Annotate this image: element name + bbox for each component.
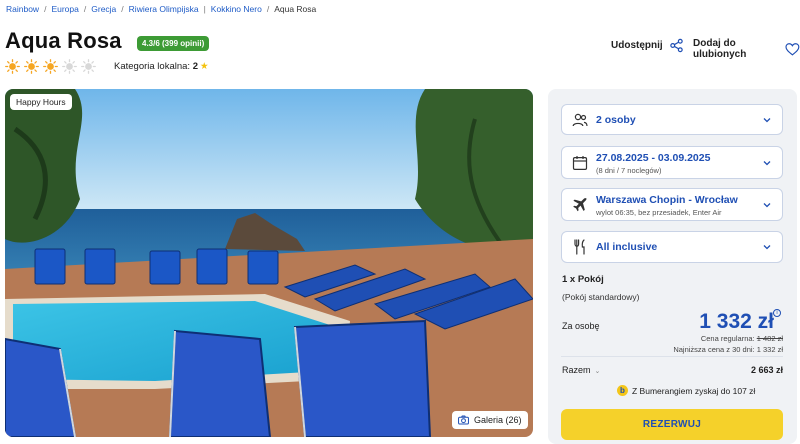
fork-knife-icon	[574, 239, 585, 255]
flight-route: Warszawa Chopin - Wrocław	[596, 194, 738, 206]
favorite-label: Dodaj do ulubionych	[693, 38, 747, 60]
flight-select[interactable]: Warszawa Chopin - Wrocław wylot 06:35, b…	[561, 188, 783, 221]
sun-empty-icon	[81, 59, 96, 74]
bumerang-info: b Z Bumerangiem zyskaj do 107 zł	[617, 385, 755, 396]
reserve-button[interactable]: REZERWUJ	[561, 409, 783, 440]
bumerang-icon: b	[617, 385, 628, 396]
persons-value: 2 osoby	[596, 114, 636, 126]
local-category-label: Kategoria lokalna:	[114, 61, 191, 72]
regular-price: Cena regularna: 1 482 zł	[701, 334, 783, 343]
regular-price-label: Cena regularna:	[700, 334, 755, 343]
dates-duration: (8 dni / 7 noclegów)	[596, 166, 662, 175]
hotel-stars	[5, 59, 96, 74]
breadcrumb-link-europa[interactable]: Europa	[51, 4, 78, 14]
persons-select[interactable]: 2 osoby	[561, 104, 783, 135]
chevron-down-icon	[763, 160, 771, 165]
local-category-value: 2	[192, 61, 198, 72]
chevron-down-icon	[763, 202, 771, 207]
favorite-button[interactable]: Dodaj do ulubionych	[693, 38, 800, 60]
chevron-down-icon	[763, 117, 771, 122]
divider	[561, 356, 783, 357]
regular-price-value: 1 482 zł	[756, 334, 783, 343]
board-select[interactable]: All inclusive	[561, 231, 783, 263]
room-count: 1 x Pokój	[562, 274, 604, 285]
sun-filled-icon	[43, 59, 58, 74]
persons-icon	[572, 113, 588, 126]
breadcrumb-link-kokkino-nero[interactable]: Kokkino Nero	[211, 4, 262, 14]
chevron-down-icon: ⌄	[594, 368, 601, 375]
price-per-person: 1 332 zł	[699, 310, 774, 333]
breadcrumb-separator: /	[44, 4, 47, 14]
total-label: Razem	[562, 365, 591, 375]
breadcrumb: Rainbow / Europa / Grecja / Riwiera Olimpijska…	[6, 4, 316, 14]
dates-select[interactable]: 27.08.2025 - 03.09.2025 (8 dni / 7 nocle…	[561, 146, 783, 179]
breadcrumb-current: Aqua Rosa	[274, 4, 317, 14]
breadcrumb-separator: /	[266, 4, 270, 14]
breadcrumb-separator: /	[83, 4, 87, 14]
sun-filled-icon	[5, 59, 20, 74]
breadcrumb-link-riwiera[interactable]: Riwiera Olimpijska	[129, 4, 199, 14]
lowest-price-30-days: Najniższa cena z 30 dni: 1 332 zł	[673, 345, 783, 354]
per-person-label: Za osobę	[562, 321, 600, 331]
star-icon: ★	[200, 61, 209, 72]
camera-icon	[458, 415, 469, 425]
local-category: Kategoria lokalna: 2 ★	[114, 61, 209, 72]
share-button[interactable]: Udostępnij	[611, 38, 684, 53]
total-value: 2 663 zł	[750, 365, 783, 375]
breadcrumb-separator: /	[121, 4, 124, 14]
dates-value: 27.08.2025 - 03.09.2025	[596, 152, 711, 164]
heart-icon	[785, 42, 800, 56]
share-icon	[669, 38, 683, 53]
breadcrumb-link-rainbow[interactable]: Rainbow	[6, 4, 39, 14]
hotel-title: Aqua Rosa	[5, 28, 122, 53]
calendar-icon	[572, 155, 588, 170]
happy-hours-badge: Happy Hours	[10, 94, 72, 110]
airplane-icon	[573, 197, 587, 211]
chevron-down-icon	[763, 245, 771, 250]
info-icon[interactable]: i	[773, 309, 781, 317]
flight-details: wylot 06:35, bez przesiadek, Enter Air	[596, 208, 722, 217]
room-type: (Pokój standardowy)	[562, 292, 640, 302]
gallery-button[interactable]: Galeria (26)	[452, 411, 528, 429]
gallery-label: Galeria (26)	[474, 415, 522, 425]
rating-badge[interactable]: 4.3/6 (399 opinii)	[137, 36, 210, 51]
total-toggle[interactable]: Razem ⌄	[562, 365, 600, 375]
breadcrumb-link-grecja[interactable]: Grecja	[91, 4, 116, 14]
share-label: Udostępnij	[611, 40, 663, 51]
breadcrumb-separator: |	[203, 4, 206, 14]
sun-empty-icon	[62, 59, 77, 74]
sun-filled-icon	[24, 59, 39, 74]
board-value: All inclusive	[596, 241, 658, 253]
bumerang-text: Z Bumerangiem zyskaj do 107 zł	[632, 385, 756, 396]
hotel-photo[interactable]	[5, 89, 533, 437]
